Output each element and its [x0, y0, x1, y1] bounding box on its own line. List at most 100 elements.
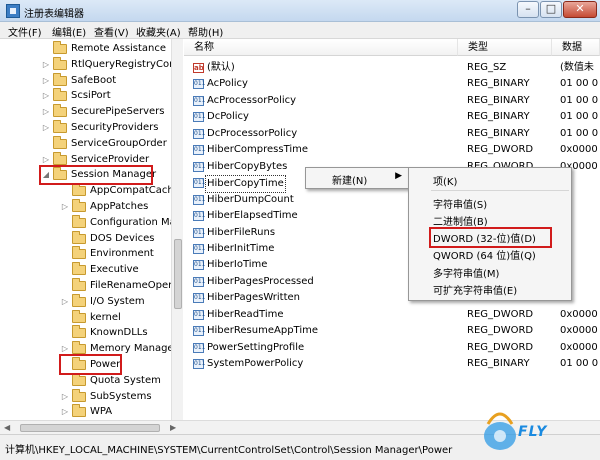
value-name: HiberResumeAppTime [207, 325, 319, 337]
menu-bar: 文件(F) 编辑(E) 查看(V) 收藏夹(A) 帮助(H) [0, 22, 600, 39]
value-name: HiberIoTime [207, 259, 268, 271]
folder-icon [53, 104, 67, 118]
binary-value-icon: 011 [193, 276, 206, 287]
highlight-session-manager [39, 165, 153, 185]
tree-item-label: AppPatches [90, 201, 149, 212]
folder-icon [72, 309, 86, 323]
maximize-button[interactable]: □ [540, 1, 562, 18]
value-name: AcProcessorPolicy [207, 94, 297, 106]
binary-value-icon: 011 [193, 178, 206, 189]
folder-icon [72, 278, 86, 291]
expander-icon[interactable]: ▷ [60, 404, 70, 420]
string-value-icon: ab [193, 63, 204, 73]
tree-item-label: kernel [90, 311, 121, 323]
tree-item-label: I/O System [90, 295, 145, 307]
value-row[interactable]: 011 PowerSettingProfile REG_DWORD 0x0000 [184, 340, 600, 356]
binary-value-icon: 011 [193, 145, 206, 156]
submenu-item[interactable]: QWORD (64 位)值(Q) [433, 247, 536, 262]
menu-help[interactable]: 帮助(H) [188, 24, 223, 39]
column-header-name[interactable]: 名称 [184, 39, 458, 56]
value-name: DcPolicy [207, 111, 249, 123]
tree-item-label: FileRenameOperations [90, 280, 182, 291]
tree-item-label: RtlQueryRegistryConfig [71, 58, 183, 70]
scroll-left-arrow-icon[interactable]: ◀ [4, 423, 10, 432]
value-type: REG_BINARY [467, 127, 530, 139]
folder-icon [72, 183, 86, 197]
folder-icon [72, 372, 86, 386]
binary-value-icon: 011 [193, 326, 206, 337]
value-type: REG_DWORD [467, 341, 534, 353]
expander-icon[interactable]: ▷ [60, 294, 70, 310]
binary-value-icon: 011 [193, 95, 206, 106]
tree-item-label: Configuration Manager [90, 216, 182, 228]
folder-icon [72, 246, 86, 260]
binary-value-icon: 011 [193, 227, 206, 238]
column-header-data[interactable]: 数据 [552, 39, 600, 56]
value-row[interactable]: 011 HiberReadTime REG_DWORD 0x0000 [184, 307, 600, 323]
tree-item-label: KnownDLLs [90, 327, 148, 339]
value-data: 0x0000 [560, 341, 598, 353]
value-type: REG_DWORD [467, 308, 534, 320]
value-row[interactable]: 011 DcPolicy REG_BINARY 01 00 0 [184, 109, 600, 125]
tree-item-label: DOS Devices [90, 232, 155, 244]
value-data: 01 00 0 [560, 78, 599, 90]
value-data: 01 00 0 [560, 111, 599, 123]
folder-icon [53, 135, 67, 149]
minimize-button[interactable]: – [517, 1, 539, 18]
value-row[interactable]: ab (默认) REG_SZ (数值未 [184, 60, 600, 76]
folder-icon [53, 41, 67, 54]
value-type: REG_BINARY [467, 78, 530, 90]
value-row[interactable]: 011 HiberCompressTime REG_DWORD 0x0000 [184, 142, 600, 158]
expander-icon[interactable]: ▷ [41, 73, 51, 89]
menu-file[interactable]: 文件(F) [8, 24, 42, 39]
close-button[interactable]: ✕ [563, 1, 597, 18]
scroll-thumb[interactable] [20, 424, 160, 432]
submenu-item[interactable]: 多字符串值(M) [433, 265, 499, 280]
window-title: 注册表编辑器 [24, 9, 84, 20]
value-row[interactable]: 011 HiberResumeAppTime REG_DWORD 0x0000 [184, 323, 600, 339]
submenu-item[interactable]: 二进制值(B) [433, 213, 488, 228]
value-row[interactable]: 011 DcProcessorPolicy REG_BINARY 01 00 0 [184, 126, 600, 142]
tree-vertical-scrollbar[interactable] [171, 39, 183, 420]
menu-view[interactable]: 查看(V) [94, 24, 129, 39]
folder-icon [72, 214, 86, 228]
value-type: REG_SZ [467, 62, 507, 73]
expander-icon[interactable]: ▷ [41, 57, 51, 73]
expander-icon[interactable]: ▷ [60, 389, 70, 405]
value-type: REG_BINARY [467, 358, 530, 370]
expander-icon[interactable]: ▷ [41, 120, 51, 136]
value-name: HiberCopyTime [205, 175, 286, 194]
value-row[interactable]: 011 AcPolicy REG_BINARY 01 00 0 [184, 76, 600, 92]
tree-item-label: ServiceGroupOrder [71, 137, 167, 149]
folder-icon [72, 341, 86, 355]
column-header-type[interactable]: 类型 [458, 39, 552, 56]
value-name: (默认) [207, 62, 235, 73]
submenu-item[interactable]: 可扩充字符串值(E) [433, 282, 517, 297]
menu-favorites[interactable]: 收藏夹(A) [136, 24, 181, 39]
value-type: REG_BINARY [467, 94, 530, 106]
submenu-item[interactable]: 字符串值(S) [433, 196, 487, 211]
expander-icon[interactable]: ▷ [41, 88, 51, 104]
binary-value-icon: 011 [193, 211, 206, 222]
expander-icon[interactable]: ▷ [60, 199, 70, 215]
value-data: 0x0000 [560, 308, 598, 320]
binary-value-icon: 011 [193, 359, 206, 370]
value-row[interactable]: 011 SystemPowerPolicy REG_BINARY 01 00 0 [184, 356, 600, 372]
tree-item-label: SubSystems [90, 390, 152, 402]
scroll-thumb[interactable] [174, 239, 182, 309]
value-row[interactable]: 011 AcProcessorPolicy REG_BINARY 01 00 0 [184, 93, 600, 109]
folder-icon [53, 56, 67, 70]
submenu-item[interactable]: 项(K) [433, 173, 457, 188]
scroll-right-arrow-icon[interactable]: ▶ [170, 423, 176, 432]
watermark-text: FLY [518, 424, 548, 440]
expander-icon[interactable]: ▷ [41, 104, 51, 120]
value-data: 01 00 0 [560, 127, 599, 139]
value-name: HiberPagesProcessed [207, 275, 314, 287]
value-type: REG_DWORD [467, 144, 534, 156]
menu-edit[interactable]: 编辑(E) [52, 24, 86, 39]
tree-item-label: Environment [90, 248, 154, 260]
value-data: 0x0000 [560, 144, 598, 156]
folder-icon [72, 262, 86, 276]
context-menu-new[interactable]: 新建(N) [332, 172, 367, 187]
tree-item-label: AppCompatCache [90, 185, 180, 197]
